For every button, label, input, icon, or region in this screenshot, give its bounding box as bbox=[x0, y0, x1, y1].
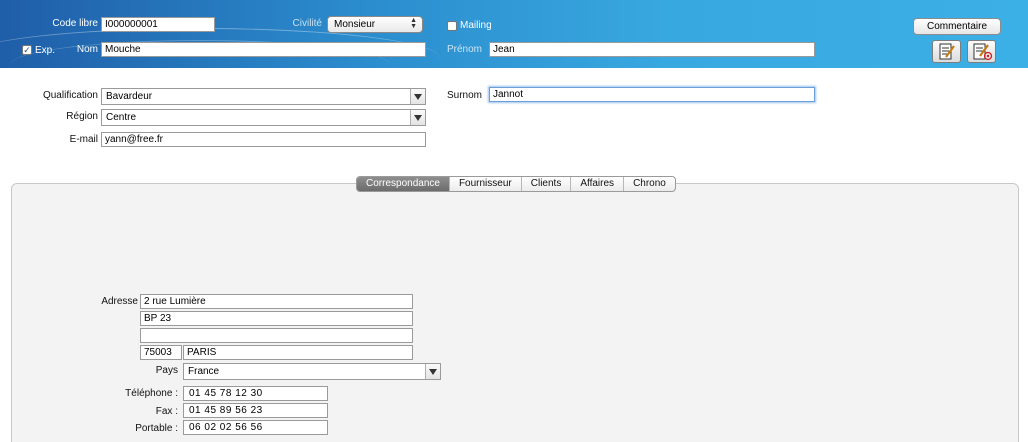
telephone-label: Téléphone : bbox=[125, 388, 178, 399]
address-line1-input[interactable]: 2 rue Lumière bbox=[140, 294, 413, 309]
dropdown-arrow-icon[interactable] bbox=[425, 364, 440, 379]
region-combo[interactable]: Centre bbox=[101, 109, 426, 126]
civilite-value: Monsieur bbox=[334, 19, 376, 30]
tab-fournisseur[interactable]: Fournisseur bbox=[448, 177, 521, 191]
fax-label: Fax : bbox=[155, 406, 178, 417]
address-line3-input[interactable] bbox=[140, 328, 413, 343]
select-arrows-icon: ▲ ▼ bbox=[410, 17, 417, 30]
city-input[interactable]: PARIS bbox=[183, 345, 413, 360]
surnom-input[interactable]: Jannot bbox=[489, 87, 815, 102]
edit-note-icon bbox=[939, 43, 955, 60]
qualification-value: Bavardeur bbox=[106, 91, 153, 102]
nom-input[interactable]: Mouche bbox=[101, 42, 426, 57]
exp-label: Exp. bbox=[35, 45, 56, 56]
dropdown-arrow-icon[interactable] bbox=[410, 110, 425, 125]
region-label: Région bbox=[66, 111, 98, 122]
mailing-label: Mailing bbox=[460, 20, 492, 31]
qualification-combo[interactable]: Bavardeur bbox=[101, 88, 426, 105]
code-libre-input[interactable]: I000000001 bbox=[101, 17, 215, 32]
tab-chrono[interactable]: Chrono bbox=[623, 177, 675, 191]
exp-checkbox[interactable]: ✓ bbox=[22, 45, 32, 55]
civilite-select[interactable]: Monsieur ▲ ▼ bbox=[327, 16, 423, 33]
adresse-label: Adresse bbox=[101, 296, 138, 307]
address-line2-input[interactable]: BP 23 bbox=[140, 311, 413, 326]
pays-combo[interactable]: France bbox=[183, 363, 441, 380]
edit-mail-button[interactable] bbox=[967, 40, 996, 63]
postal-code-input[interactable]: 75003 bbox=[140, 345, 182, 360]
tab-affaires[interactable]: Affaires bbox=[570, 177, 623, 191]
tab-bar: Correspondance Fournisseur Clients Affai… bbox=[356, 176, 676, 192]
fax-input[interactable]: 01 45 89 56 23 bbox=[183, 403, 328, 418]
surnom-label: Surnom bbox=[446, 90, 482, 101]
civilite-label: Civilité bbox=[292, 18, 322, 29]
portable-input[interactable]: 06 02 02 56 56 bbox=[183, 420, 328, 435]
code-libre-label: Code libre bbox=[52, 18, 98, 29]
email-input[interactable]: yann@free.fr bbox=[101, 132, 426, 147]
header-bar: Code libre I000000001 Civilité Monsieur … bbox=[0, 0, 1028, 68]
prenom-input[interactable]: Jean bbox=[489, 42, 815, 57]
edit-note-button[interactable] bbox=[932, 40, 961, 63]
edit-mail-icon bbox=[973, 43, 993, 61]
pays-label: Pays bbox=[155, 365, 178, 376]
mailing-checkbox[interactable] bbox=[447, 21, 457, 31]
dropdown-arrow-icon[interactable] bbox=[410, 89, 425, 104]
commentaire-button[interactable]: Commentaire bbox=[913, 18, 1001, 35]
nom-label: Nom bbox=[76, 44, 98, 55]
tab-clients[interactable]: Clients bbox=[520, 177, 571, 191]
email-label: E-mail bbox=[69, 134, 98, 145]
prenom-label: Prénom bbox=[446, 44, 482, 55]
pays-value: France bbox=[188, 366, 220, 377]
region-value: Centre bbox=[106, 112, 137, 123]
tab-correspondance[interactable]: Correspondance bbox=[357, 177, 449, 191]
telephone-input[interactable]: 01 45 78 12 30 bbox=[183, 386, 328, 401]
portable-label: Portable : bbox=[135, 423, 178, 434]
qualification-label: Qualification bbox=[42, 90, 98, 101]
